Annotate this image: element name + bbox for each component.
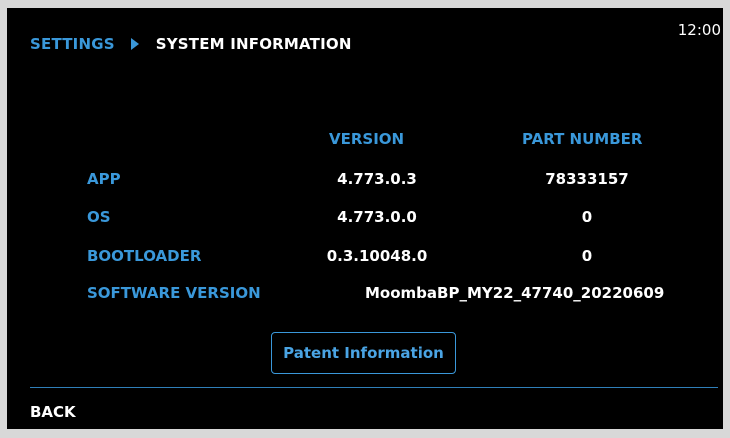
app-version-value: 4.773.0.3 xyxy=(337,170,417,188)
row-label-app: APP xyxy=(87,170,121,188)
app-part-number-value: 78333157 xyxy=(545,170,629,188)
os-version-value: 4.773.0.0 xyxy=(337,208,417,226)
back-button[interactable]: BACK xyxy=(30,403,76,421)
clock: 12:00 xyxy=(677,21,721,39)
row-label-software-version: SOFTWARE VERSION xyxy=(87,284,261,302)
column-header-version: VERSION xyxy=(329,130,405,148)
footer-divider xyxy=(30,387,718,388)
patent-information-button[interactable]: Patent Information xyxy=(271,332,456,374)
system-information-screen: SETTINGS SYSTEM INFORMATION 12:00 VERSIO… xyxy=(7,8,723,429)
page-title: SYSTEM INFORMATION xyxy=(155,35,352,53)
breadcrumb: SETTINGS SYSTEM INFORMATION xyxy=(30,34,352,54)
software-version-value: MoombaBP_MY22_47740_20220609 xyxy=(365,284,665,302)
column-header-part-number: PART NUMBER xyxy=(522,130,643,148)
row-label-bootloader: BOOTLOADER xyxy=(87,247,202,265)
chevron-right-icon xyxy=(130,38,139,50)
bootloader-version-value: 0.3.10048.0 xyxy=(326,247,428,265)
os-part-number-value: 0 xyxy=(581,208,593,226)
row-label-os: OS xyxy=(87,208,111,226)
bootloader-part-number-value: 0 xyxy=(581,247,593,265)
breadcrumb-settings-link[interactable]: SETTINGS xyxy=(30,35,115,53)
